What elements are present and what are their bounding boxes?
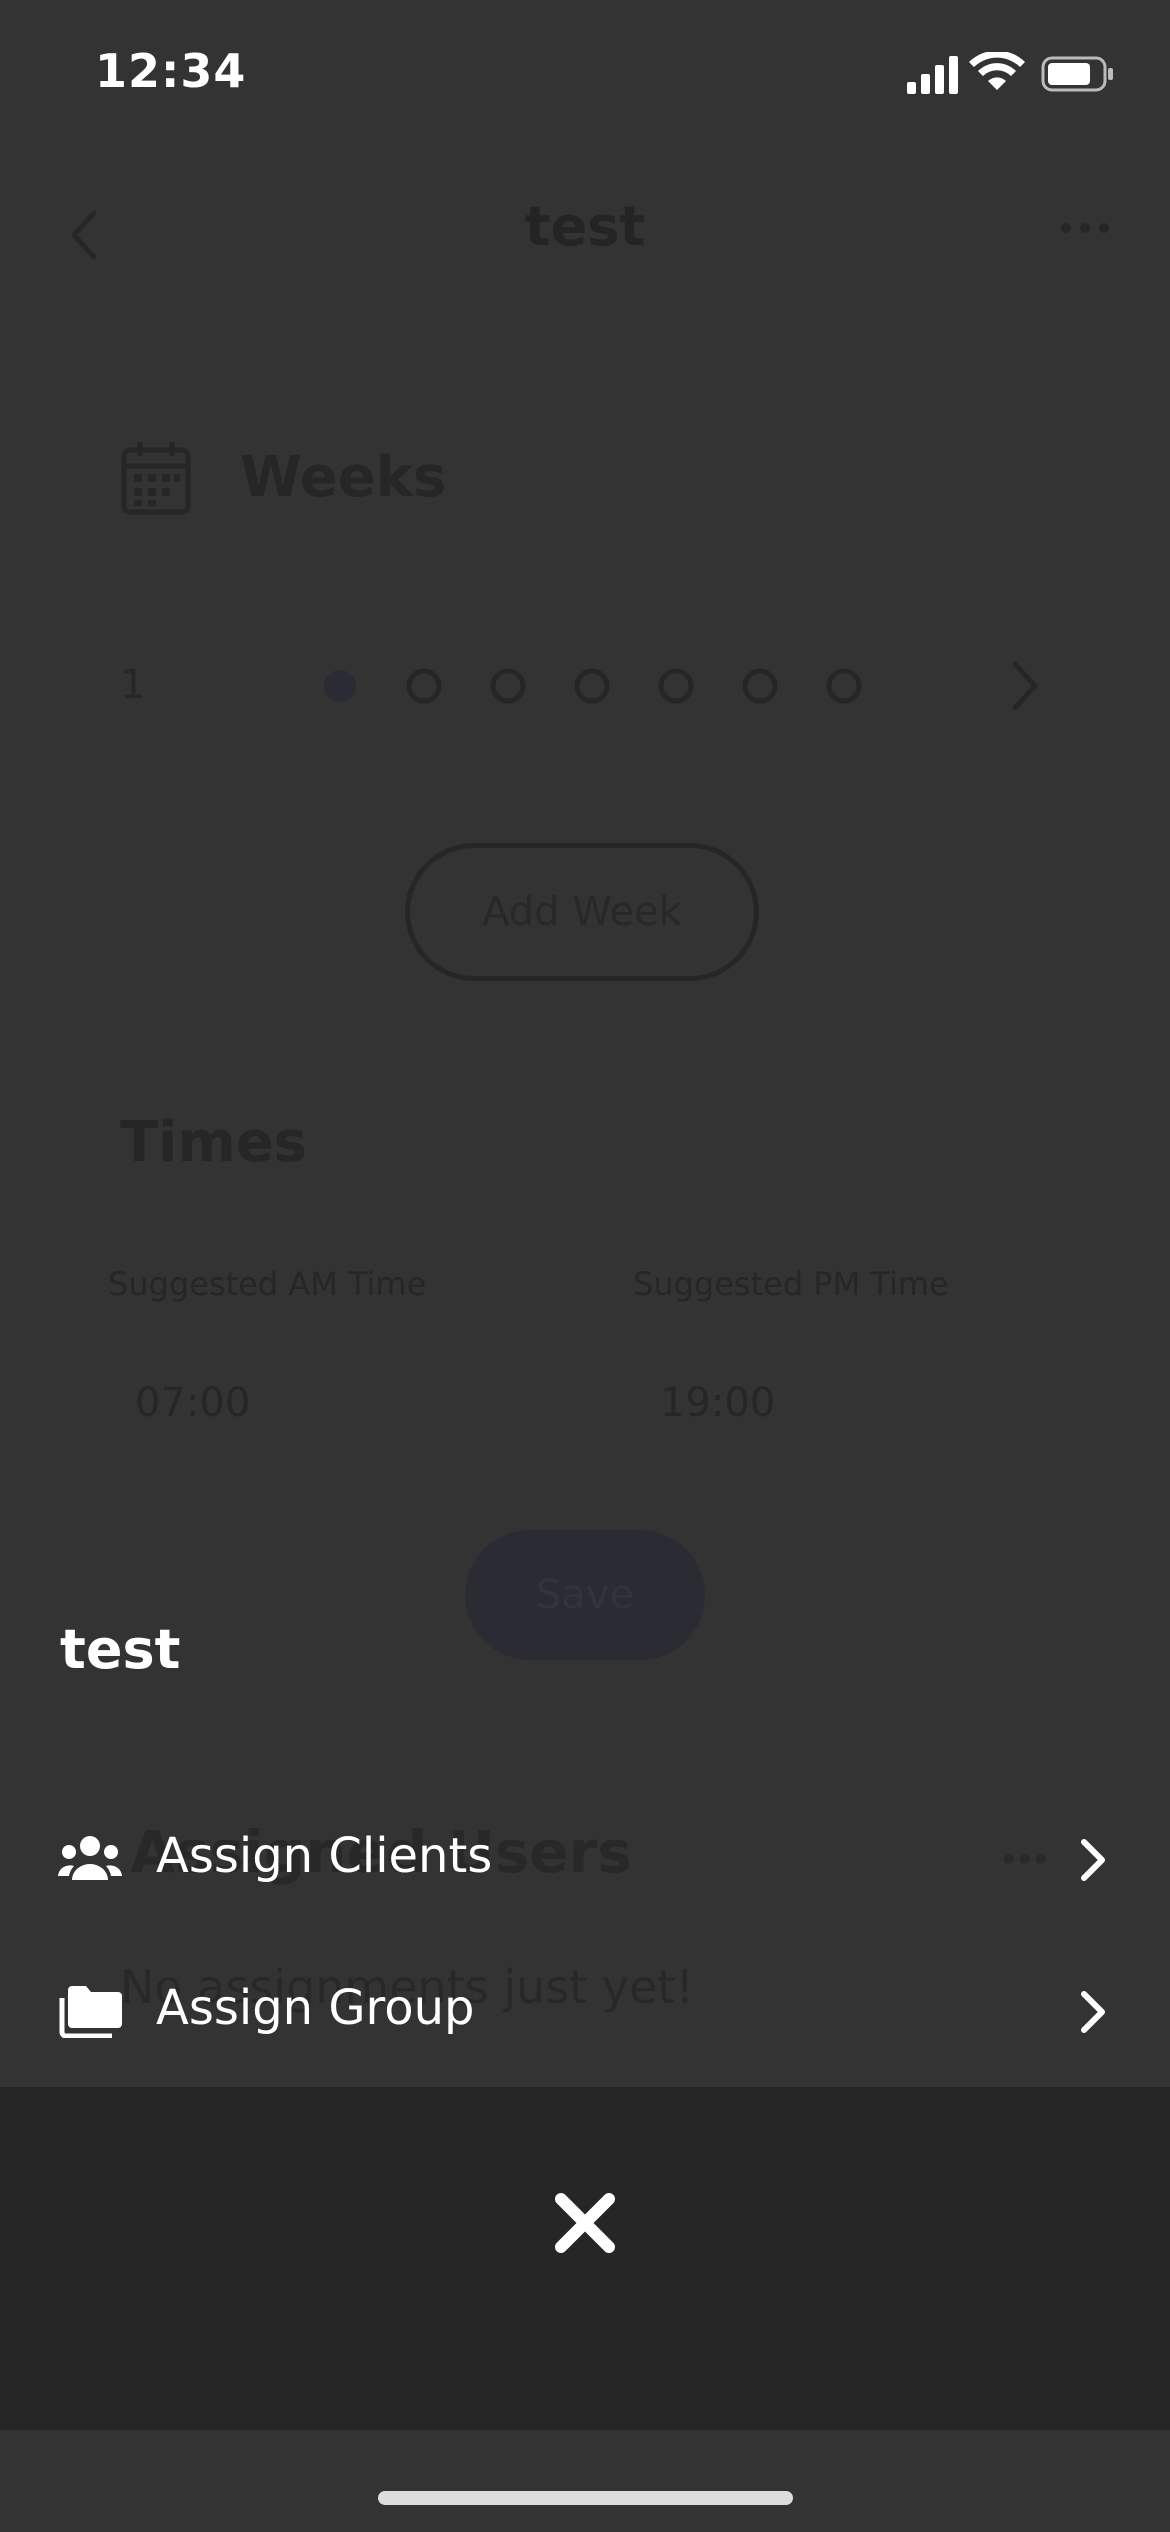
assign-clients-item[interactable]: Assign Clients bbox=[0, 1798, 1170, 1918]
more-icon bbox=[1061, 223, 1109, 233]
am-time-field: 07:00 bbox=[135, 1380, 251, 1426]
status-time: 12:34 bbox=[95, 44, 247, 98]
chevron-right-icon bbox=[1081, 1839, 1105, 1881]
am-time-label: Suggested AM Time bbox=[108, 1265, 427, 1303]
assign-group-label: Assign Group bbox=[156, 1980, 475, 2036]
times-heading: Times bbox=[120, 1110, 308, 1175]
add-week-button: Add Week bbox=[405, 843, 759, 981]
close-icon[interactable] bbox=[545, 2183, 625, 2263]
week-pager-dots bbox=[324, 668, 862, 704]
next-week-icon bbox=[1012, 661, 1038, 711]
home-indicator[interactable] bbox=[378, 2491, 793, 2505]
calendar-icon bbox=[121, 442, 191, 515]
pm-time-label: Suggested PM Time bbox=[633, 1265, 949, 1303]
assign-group-item[interactable]: Assign Group bbox=[0, 1950, 1170, 2070]
users-icon bbox=[58, 1836, 122, 1880]
folder-icon bbox=[59, 1986, 122, 2038]
pm-time-field: 19:00 bbox=[660, 1380, 776, 1426]
chevron-right-icon bbox=[1081, 1991, 1105, 2033]
assign-clients-label: Assign Clients bbox=[156, 1828, 493, 1884]
status-icons bbox=[907, 52, 1113, 94]
sheet-title: test bbox=[60, 1618, 181, 1681]
page-title: test bbox=[524, 195, 646, 258]
save-button: Save bbox=[465, 1530, 705, 1660]
current-week-number: 1 bbox=[120, 662, 146, 708]
weeks-heading: Weeks bbox=[240, 445, 447, 510]
